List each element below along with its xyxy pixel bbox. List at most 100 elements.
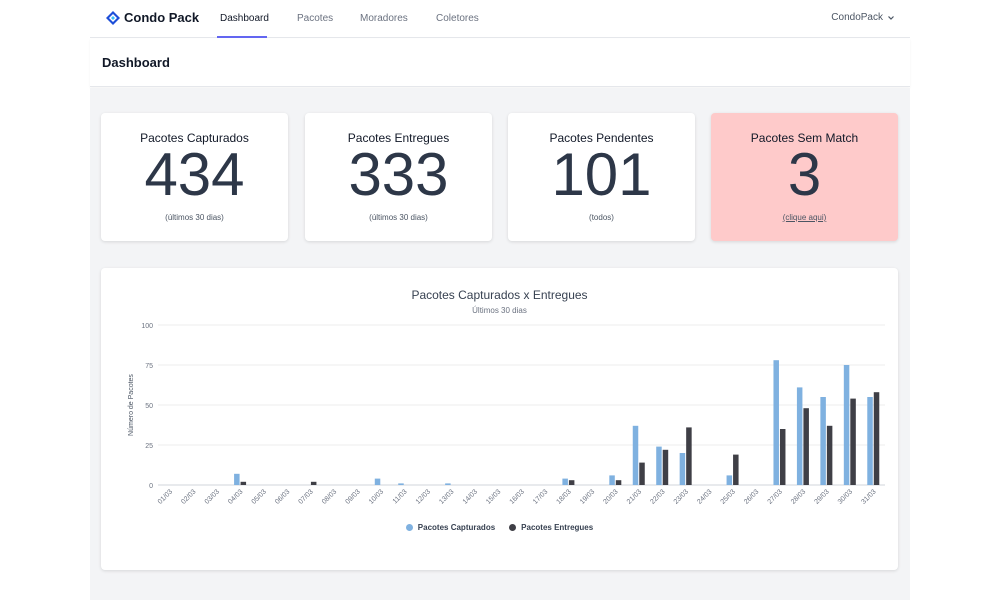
card-delivered-value: 333 — [348, 141, 449, 208]
x-tick-label: 28/03 — [790, 488, 807, 505]
card-delivered: Pacotes Entregues 333 (últimos 30 dias) — [305, 113, 492, 241]
card-no-match-link[interactable]: (clique aqui) — [711, 213, 898, 222]
bar-captured — [867, 397, 873, 485]
x-tick-label: 15/03 — [485, 488, 502, 505]
bar-delivered — [240, 481, 247, 485]
x-tick-label: 08/03 — [321, 488, 338, 505]
x-tick-label: 17/03 — [532, 488, 549, 505]
x-tick-label: 09/03 — [344, 488, 361, 505]
chart-card: Pacotes Capturados x Entregues Últimos 3… — [101, 268, 898, 570]
bar-captured — [609, 475, 615, 485]
legend-label-delivered: Pacotes Entregues — [521, 523, 594, 532]
x-tick-label: 18/03 — [555, 488, 572, 505]
bar-captured — [445, 483, 451, 485]
app-name: Condo Pack — [124, 10, 200, 25]
bar-captured — [843, 365, 850, 485]
bar-delivered — [873, 392, 880, 485]
bar-captured — [562, 478, 568, 485]
bar-delivered — [662, 449, 669, 485]
card-pending-sub: (todos) — [589, 213, 614, 222]
bar-delivered — [615, 480, 622, 485]
bar-captured — [374, 478, 381, 485]
bar-delivered — [850, 398, 856, 485]
bar-delivered — [310, 481, 317, 485]
x-tick-label: 16/03 — [509, 488, 526, 505]
legend-label-captured: Pacotes Capturados — [417, 523, 496, 532]
x-tick-label: 22/03 — [649, 488, 666, 505]
x-tick-label: 21/03 — [626, 488, 643, 505]
bar-captured — [796, 387, 803, 485]
y-axis-label: Número de Pacotes — [128, 374, 135, 436]
x-tick-label: 14/03 — [462, 488, 479, 505]
bar-delivered — [826, 425, 833, 485]
top-navbar: Condo Pack Dashboard Pacotes Moradores C… — [90, 0, 910, 38]
x-tick-label: 01/03 — [157, 488, 174, 505]
bar-captured — [773, 360, 779, 485]
bar-captured — [398, 483, 404, 485]
bar-captured — [679, 453, 686, 485]
x-tick-label: 12/03 — [415, 488, 432, 505]
bar-delivered — [733, 454, 739, 485]
card-captured-value: 434 — [144, 141, 245, 208]
active-nav-indicator — [217, 36, 267, 38]
bar-delivered — [779, 429, 786, 485]
bar-captured — [632, 425, 639, 485]
legend-item-captured[interactable]: Pacotes Capturados — [405, 523, 496, 532]
user-menu[interactable]: CondoPack — [831, 12, 895, 23]
x-tick-label: 24/03 — [696, 488, 713, 505]
bar-delivered — [639, 462, 645, 485]
chevron-down-icon — [888, 15, 894, 20]
card-no-match[interactable]: Pacotes Sem Match 3 (clique aqui) — [711, 113, 898, 241]
legend-item-delivered[interactable]: Pacotes Entregues — [509, 523, 593, 532]
card-captured-sub: (últimos 30 dias) — [165, 213, 224, 222]
legend-dot-delivered — [509, 524, 517, 531]
bar-delivered — [686, 427, 692, 485]
nav-dashboard[interactable]: Dashboard — [220, 13, 269, 24]
x-tick-label: 10/03 — [368, 488, 385, 505]
x-tick-label: 07/03 — [298, 488, 315, 505]
nav-moradores[interactable]: Moradores — [360, 13, 408, 24]
x-tick-label: 13/03 — [438, 488, 455, 505]
x-tick-label: 26/03 — [743, 488, 760, 505]
x-tick-label: 19/03 — [579, 488, 596, 505]
bar-chart: 0 25 50 75 100 Número de Pacotes 01/03 02/03 03/… — [128, 323, 885, 506]
bar-delivered — [803, 408, 809, 485]
card-pending-value: 101 — [551, 141, 652, 208]
x-tick-label: 27/03 — [767, 488, 784, 505]
y-tick-label: 100 — [141, 323, 153, 330]
x-tick-label: 31/03 — [860, 488, 877, 505]
app-logo[interactable]: Condo Pack — [106, 10, 199, 25]
y-tick-label: 50 — [145, 403, 153, 410]
x-tick-label: 03/03 — [204, 488, 221, 505]
x-tick-label: 20/03 — [602, 488, 619, 505]
page-header: Dashboard — [90, 39, 910, 87]
x-tick-label: 06/03 — [274, 488, 291, 505]
x-tick-label: 11/03 — [392, 488, 409, 505]
y-tick-label: 75 — [145, 363, 153, 370]
chart-legend: Pacotes Capturados Pacotes Entregues — [101, 523, 898, 532]
x-tick-label: 02/03 — [180, 488, 197, 505]
bar-captured — [234, 473, 240, 485]
x-tick-label: 23/03 — [673, 488, 690, 505]
x-tick-label: 29/03 — [813, 488, 830, 505]
main-content: Pacotes Capturados 434 (últimos 30 dias)… — [90, 88, 910, 600]
bar-captured — [656, 446, 662, 485]
bar-captured — [726, 475, 733, 485]
card-captured: Pacotes Capturados 434 (últimos 30 dias) — [101, 113, 288, 241]
card-no-match-value: 3 — [787, 141, 822, 208]
y-tick-label: 0 — [149, 483, 153, 490]
x-tick-label: 30/03 — [837, 488, 854, 505]
bar-captured — [820, 397, 826, 485]
x-tick-label: 05/03 — [251, 488, 268, 505]
page-title: Dashboard — [102, 55, 170, 70]
nav-pacotes[interactable]: Pacotes — [297, 13, 333, 24]
x-tick-label: 04/03 — [227, 488, 244, 505]
condo-pack-logo-icon — [106, 10, 120, 25]
card-delivered-sub: (últimos 30 dias) — [369, 213, 428, 222]
card-pending: Pacotes Pendentes 101 (todos) — [508, 113, 695, 241]
y-tick-label: 25 — [145, 443, 153, 450]
bar-delivered — [568, 480, 575, 485]
user-name: CondoPack — [831, 12, 883, 23]
x-tick-label: 25/03 — [720, 488, 737, 505]
nav-coletores[interactable]: Coletores — [436, 13, 479, 24]
